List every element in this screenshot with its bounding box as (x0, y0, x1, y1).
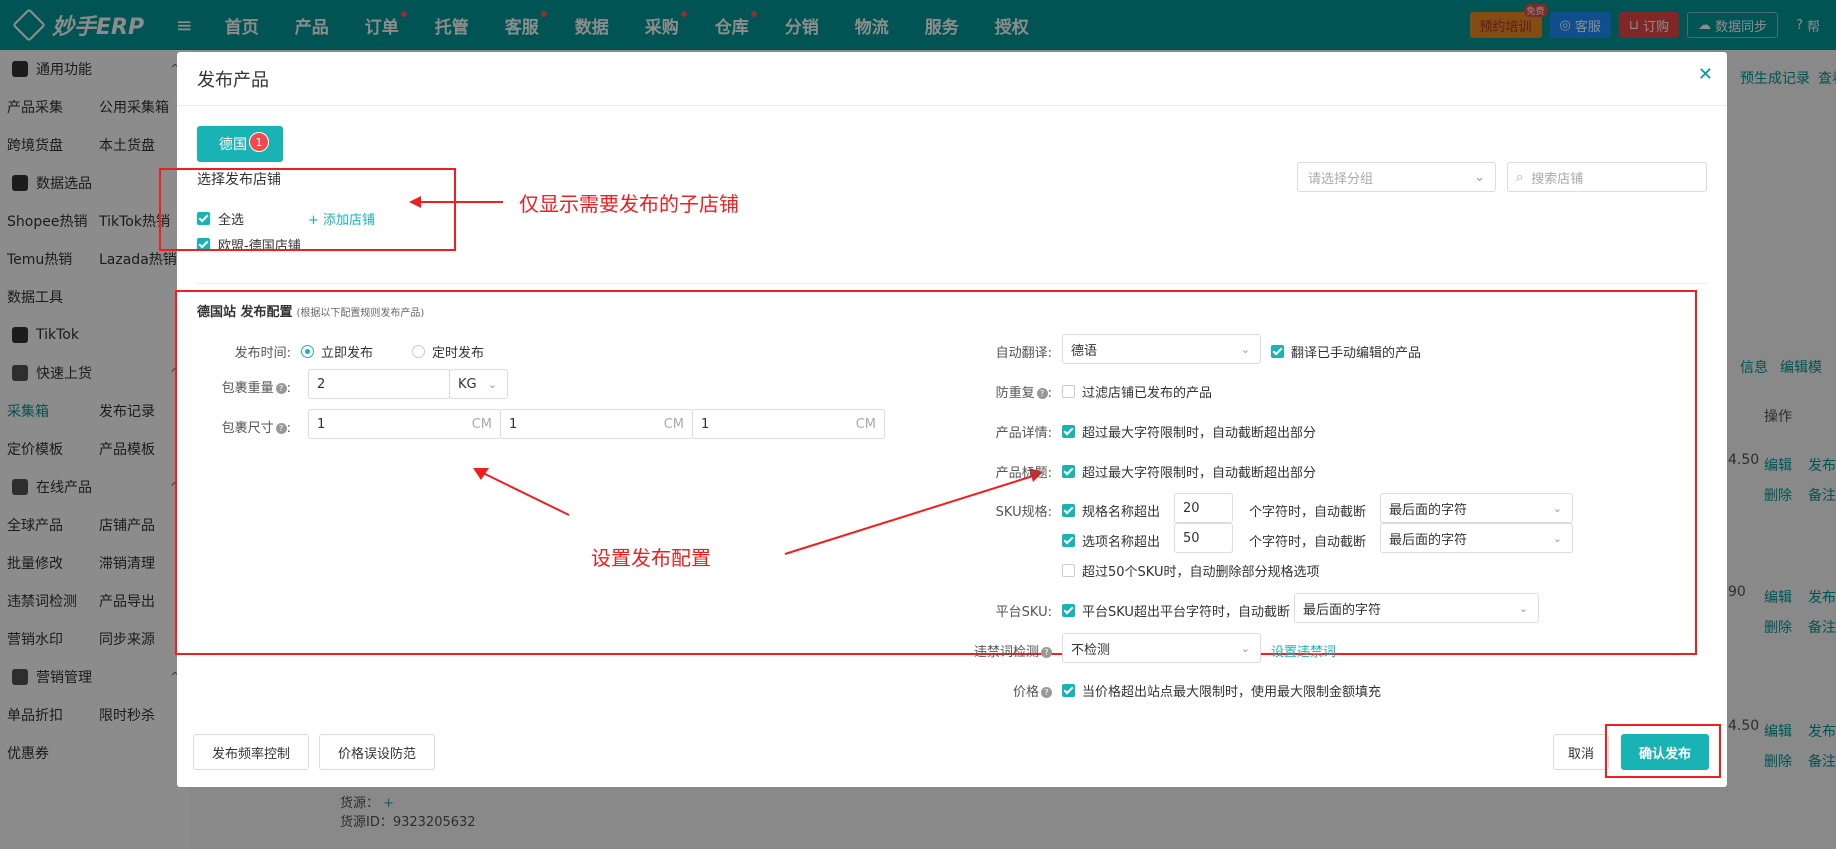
translate-manual-checkbox[interactable] (1271, 345, 1284, 358)
translate-language: 德语 (1071, 343, 1098, 359)
translate-manual-option[interactable]: 翻译已手动编辑的产品 (1271, 342, 1421, 361)
banned-value: 不检测 (1071, 642, 1111, 658)
annotation-arrows-config (473, 468, 1043, 555)
platform-sku-label: 平台SKU: (995, 605, 1052, 620)
chars-truncate-label: 个字符时，自动截断 (1249, 505, 1367, 520)
title-option-label: 超过最大字符限制时，自动截断超出部分 (1082, 466, 1317, 481)
sku50-checkbox[interactable] (1062, 564, 1075, 577)
dedupe-label-text: 防重复 (995, 386, 1035, 401)
sku-option-limit: 50 (1183, 530, 1200, 546)
chevron-down-icon: ⌄ (1552, 501, 1562, 515)
set-banned-words-link[interactable]: 设置违禁词 (1271, 641, 1336, 660)
sku-name-option[interactable]: 规格名称超出 (1062, 501, 1160, 520)
platform-sku-truncate-select[interactable]: 最后面的字符 ⌄ (1294, 593, 1539, 623)
detail-label: 产品详情: (995, 426, 1052, 441)
sku-option-suffix: 个字符时，自动截断 (1249, 531, 1366, 550)
title-checkbox[interactable] (1062, 465, 1075, 478)
detail-option[interactable]: 超过最大字符限制时，自动截断超出部分 (1062, 422, 1316, 441)
chevron-down-icon: ⌄ (1240, 641, 1250, 655)
annotation-text-config: 设置发布配置 (591, 546, 711, 570)
sku-name-truncate-select[interactable]: 最后面的字符 ⌄ (1380, 493, 1573, 523)
price-guard-button[interactable]: 价格误设防范 (319, 734, 435, 770)
chars-truncate-label: 个字符时，自动截断 (1249, 535, 1367, 550)
sku-option-option[interactable]: 选项名称超出 (1062, 531, 1160, 550)
sku-label: SKU规格: (995, 505, 1052, 520)
help-icon[interactable]: ? (1041, 687, 1052, 698)
banned-label: 违禁词检测? (952, 641, 1052, 660)
chevron-down-icon: ⌄ (1240, 342, 1250, 356)
sku-name-suffix: 个字符时，自动截断 (1249, 501, 1366, 520)
publish-product-modal: 发布产品 ✕ 德国 1 选择发布店铺 请选择分组 ⌄ ⌕ 搜索店铺 全选 + 添… (159, 52, 1727, 787)
platform-sku-checkbox[interactable] (1062, 604, 1075, 617)
publish-frequency-button[interactable]: 发布频率控制 (193, 734, 309, 770)
sku50-label: 超过50个SKU时，自动删除部分规格选项 (1082, 565, 1320, 580)
help-icon[interactable]: ? (1036, 388, 1048, 399)
sku-name-limit-input[interactable]: 20 (1174, 493, 1233, 523)
cancel-button[interactable]: 取消 (1553, 734, 1609, 770)
sku50-option[interactable]: 超过50个SKU时，自动删除部分规格选项 (1062, 561, 1320, 580)
annotation-box-confirm (1605, 724, 1721, 778)
dedupe-option-label: 过滤店铺已发布的产品 (1082, 386, 1213, 401)
translate-language-select[interactable]: 德语 ⌄ (1062, 334, 1261, 364)
banned-label-text: 违禁词检测 (973, 645, 1039, 660)
price-label-text: 价格 (1012, 685, 1039, 700)
title-label: 产品标题: (995, 466, 1052, 481)
sku-option-checkbox[interactable] (1062, 534, 1075, 547)
detail-option-label: 超过最大字符限制时，自动截断超出部分 (1082, 426, 1317, 441)
dedupe-checkbox[interactable] (1062, 385, 1075, 398)
detail-checkbox[interactable] (1062, 425, 1075, 438)
dedupe-label: 防重复?: (995, 386, 1052, 401)
sku-name-limit: 20 (1183, 500, 1200, 516)
chevron-down-icon: ⌄ (1518, 601, 1528, 615)
sku-name-label: 规格名称超出 (1082, 505, 1161, 520)
chevron-down-icon: ⌄ (1552, 531, 1562, 545)
truncate-mode: 最后面的字符 (1303, 602, 1382, 618)
banned-select[interactable]: 不检测 ⌄ (1062, 633, 1261, 663)
price-label: 价格? (972, 681, 1052, 700)
sku-option-label: 选项名称超出 (1082, 535, 1161, 550)
sku-option-truncate-select[interactable]: 最后面的字符 ⌄ (1380, 523, 1573, 553)
help-icon[interactable]: ? (1041, 647, 1052, 658)
auto-translate-label: 自动翻译: (995, 346, 1052, 361)
platform-sku-option-label: 平台SKU超出平台字符时，自动截断 (1082, 605, 1290, 620)
sku-option-limit-input[interactable]: 50 (1174, 523, 1233, 553)
price-option-label: 当价格超出站点最大限制时，使用最大限制金额填充 (1082, 685, 1382, 700)
title-option[interactable]: 超过最大字符限制时，自动截断超出部分 (1062, 462, 1316, 481)
price-option[interactable]: 当价格超出站点最大限制时，使用最大限制金额填充 (1062, 681, 1381, 700)
translate-manual-label: 翻译已手动编辑的产品 (1291, 346, 1422, 361)
price-checkbox[interactable] (1062, 684, 1075, 697)
truncate-mode: 最后面的字符 (1389, 502, 1468, 518)
sku-name-checkbox[interactable] (1062, 504, 1075, 517)
truncate-mode: 最后面的字符 (1389, 532, 1468, 548)
platform-sku-option[interactable]: 平台SKU超出平台字符时，自动截断 (1062, 601, 1290, 620)
dedupe-option[interactable]: 过滤店铺已发布的产品 (1062, 382, 1212, 401)
